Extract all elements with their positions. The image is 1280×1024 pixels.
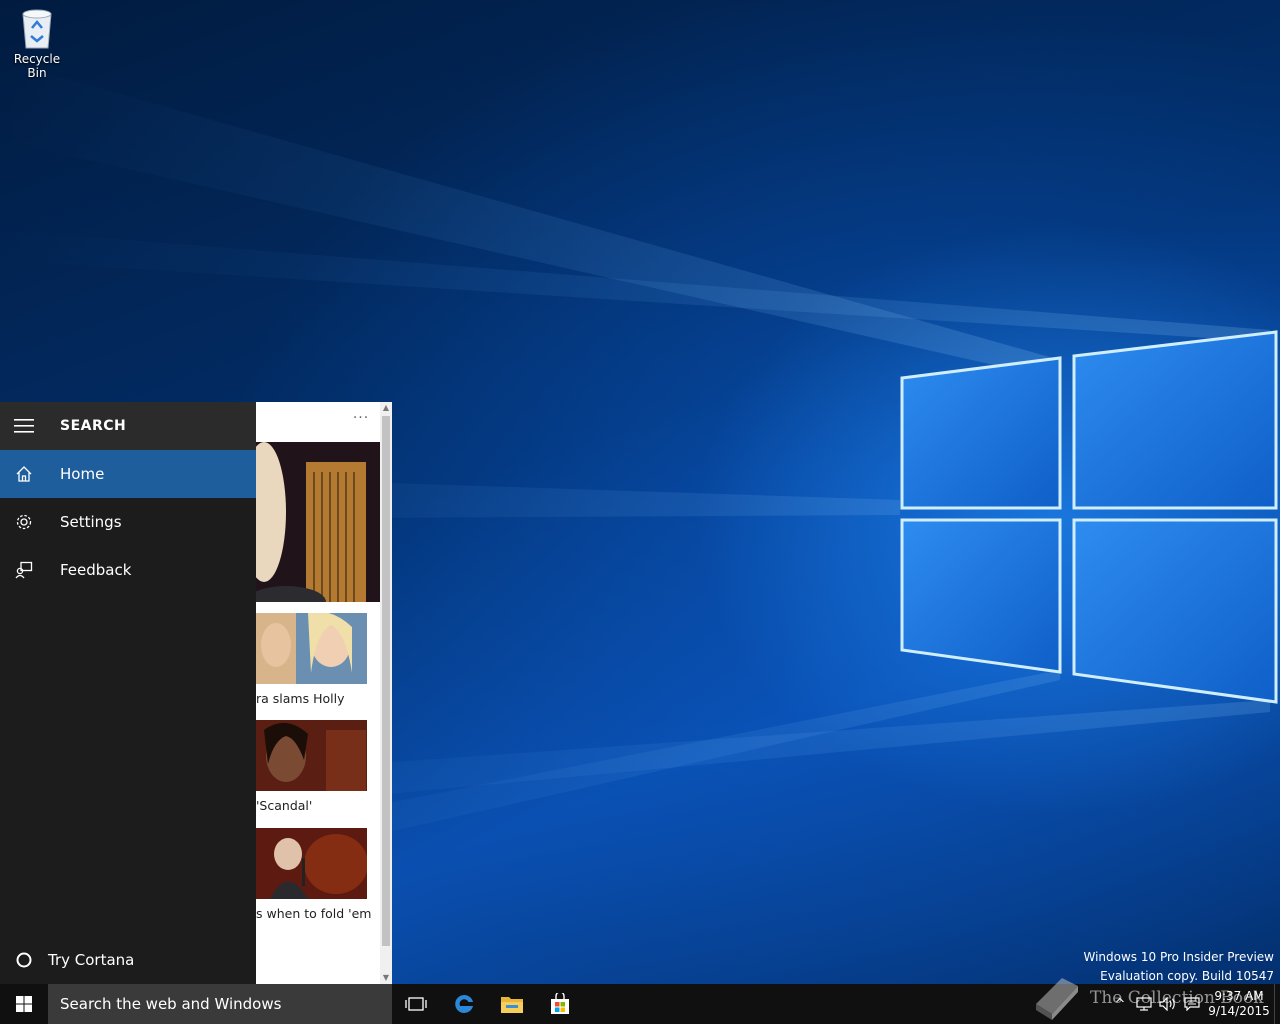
search-input[interactable]: Search the web and Windows xyxy=(48,984,392,1024)
feedback-icon xyxy=(15,561,33,579)
windows-logo-icon xyxy=(16,996,32,1012)
news-thumbnail[interactable] xyxy=(256,613,367,684)
file-explorer-icon xyxy=(501,997,523,1013)
speaker-icon xyxy=(1159,997,1175,1011)
nav-item-label: Settings xyxy=(60,513,122,531)
gear-icon xyxy=(16,514,32,530)
taskbar: Search the web and Windows ^ 9:37 AM 9/1… xyxy=(0,984,1280,1024)
volume-button[interactable] xyxy=(1156,984,1180,1024)
search-panel: SEARCH Home Settings Feedback Try Cortan… xyxy=(0,402,392,984)
chevron-up-icon: ^ xyxy=(1114,996,1126,1012)
cortana-circle-icon xyxy=(16,952,32,968)
feed-scrollbar[interactable]: ▲ ▼ xyxy=(380,402,392,984)
system-tray: ^ 9:37 AM 9/14/2015 xyxy=(1108,984,1280,1024)
news-photo xyxy=(256,828,367,899)
action-center-button[interactable] xyxy=(1180,984,1204,1024)
nav-item-label: Feedback xyxy=(60,561,132,579)
nav-item-settings[interactable]: Settings xyxy=(0,498,256,546)
try-cortana-label: Try Cortana xyxy=(48,951,135,969)
news-feed: ··· ra slams Holly 'Scandal' s when to f… xyxy=(256,402,392,984)
watermark-line-1: Windows 10 Pro Insider Preview xyxy=(1083,950,1274,964)
store-icon xyxy=(551,993,569,1014)
scroll-up-arrow-icon[interactable]: ▲ xyxy=(380,402,392,414)
network-button[interactable] xyxy=(1132,984,1156,1024)
clock[interactable]: 9:37 AM 9/14/2015 xyxy=(1204,989,1274,1019)
edge-icon xyxy=(455,994,473,1013)
nav-item-label: Home xyxy=(60,465,105,483)
home-icon xyxy=(16,466,32,482)
scrollbar-thumb[interactable] xyxy=(382,416,390,946)
edge-browser-button[interactable] xyxy=(440,984,488,1024)
news-photo xyxy=(256,720,367,791)
news-photo xyxy=(256,613,367,684)
search-title: SEARCH xyxy=(60,418,127,434)
hamburger-menu-button[interactable] xyxy=(0,402,48,450)
news-caption[interactable]: 'Scandal' xyxy=(256,798,380,813)
clock-time: 9:37 AM xyxy=(1214,989,1264,1003)
nav-item-feedback[interactable]: Feedback xyxy=(0,546,256,594)
scroll-down-arrow-icon[interactable]: ▼ xyxy=(380,972,392,984)
evaluation-watermark: Windows 10 Pro Insider Preview Evaluatio… xyxy=(1083,948,1274,986)
notification-icon xyxy=(1184,997,1200,1011)
recycle-bin-label: Recycle Bin xyxy=(13,52,61,80)
hamburger-icon xyxy=(14,419,34,433)
news-thumbnail[interactable] xyxy=(256,720,367,791)
store-button[interactable] xyxy=(536,984,584,1024)
show-hidden-icons-button[interactable]: ^ xyxy=(1108,984,1132,1024)
nav-item-home[interactable]: Home xyxy=(0,450,256,498)
file-explorer-button[interactable] xyxy=(488,984,536,1024)
news-thumbnail[interactable] xyxy=(256,828,367,899)
network-icon xyxy=(1136,997,1152,1011)
task-view-icon xyxy=(405,997,427,1011)
start-button[interactable] xyxy=(0,984,48,1024)
task-view-button[interactable] xyxy=(392,984,440,1024)
search-header: SEARCH xyxy=(0,402,256,450)
show-desktop-button[interactable] xyxy=(1274,984,1280,1024)
news-caption[interactable]: s when to fold 'em xyxy=(256,906,380,921)
search-nav-pane: SEARCH Home Settings Feedback Try Cortan… xyxy=(0,402,256,984)
news-hero-image[interactable] xyxy=(256,442,380,602)
search-placeholder: Search the web and Windows xyxy=(60,995,282,1013)
more-options-button[interactable]: ··· xyxy=(350,410,372,430)
recycle-bin[interactable]: Recycle Bin xyxy=(4,6,70,80)
news-caption[interactable]: ra slams Holly xyxy=(256,691,380,706)
try-cortana-button[interactable]: Try Cortana xyxy=(0,936,256,984)
clock-date: 9/14/2015 xyxy=(1208,1004,1270,1018)
recycle-bin-icon xyxy=(22,9,52,49)
hero-photo xyxy=(256,442,380,602)
